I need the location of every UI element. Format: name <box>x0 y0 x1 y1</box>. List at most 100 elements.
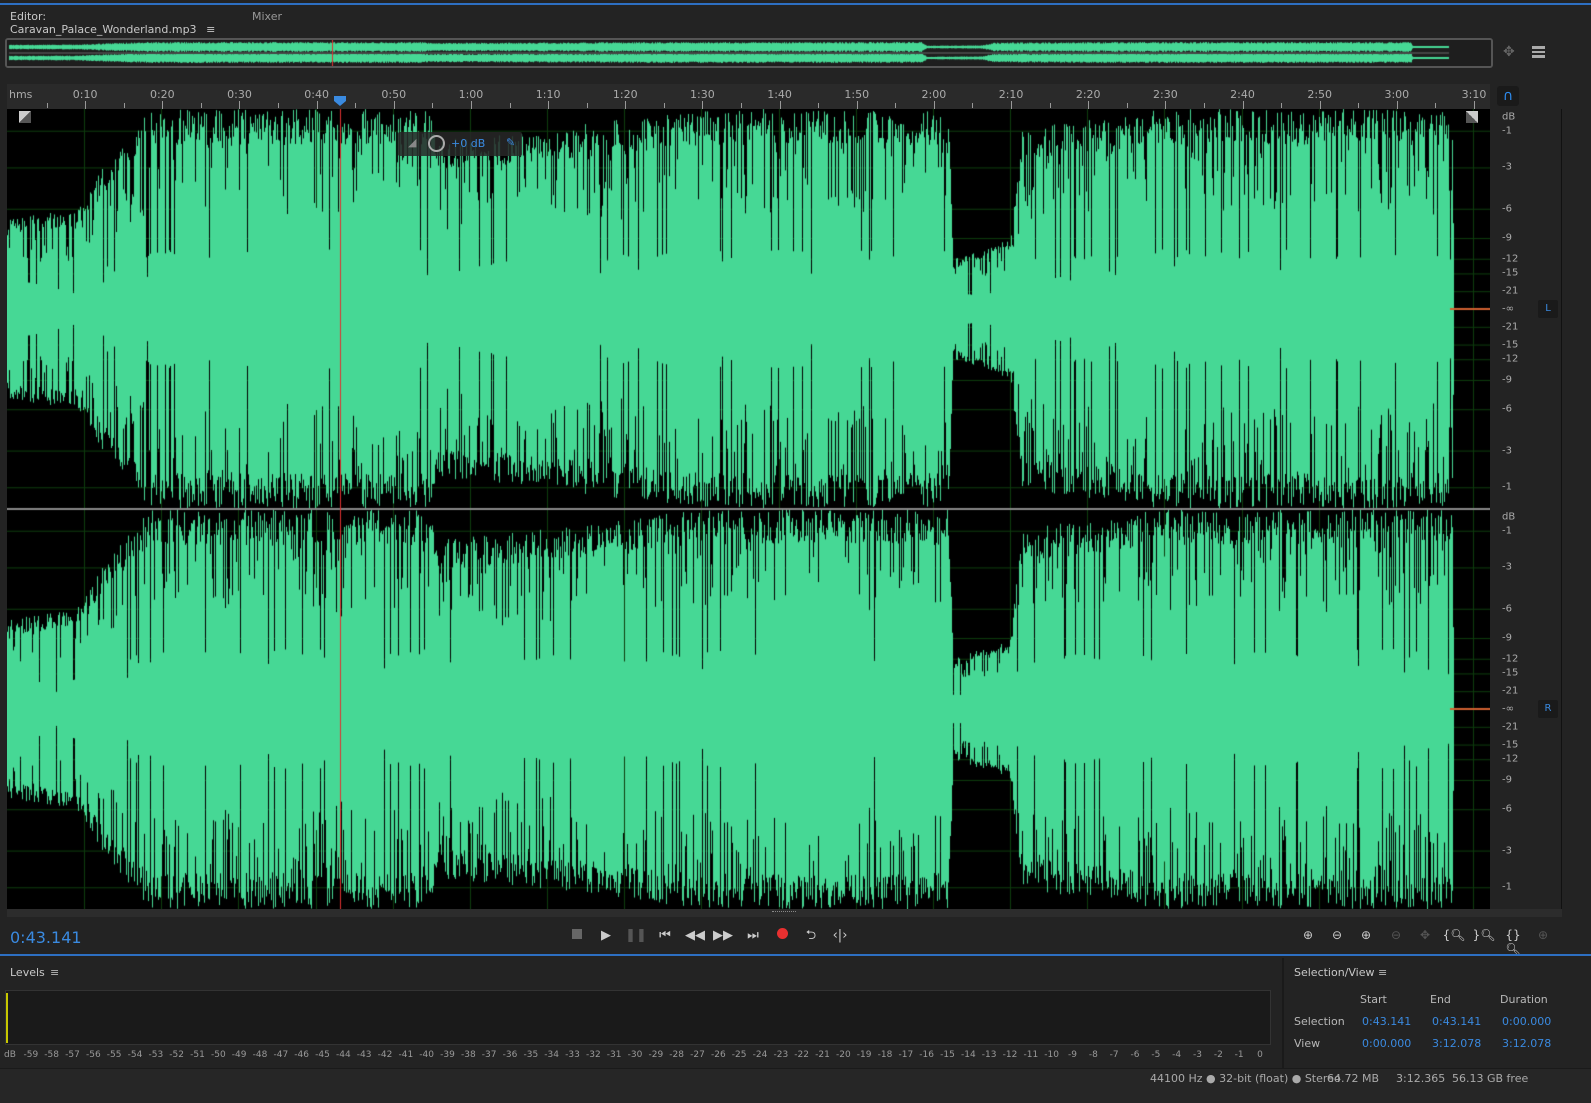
record-button[interactable] <box>770 926 794 946</box>
channel-left-toggle[interactable]: L <box>1538 300 1558 318</box>
zoom-in-point-icon[interactable]: {🔍︎ <box>1441 928 1467 946</box>
levels-scale-label: -29 <box>648 1050 664 1060</box>
playhead-handle[interactable] <box>334 96 346 106</box>
ruler-tick-mark <box>355 103 357 108</box>
fade-in-handle[interactable] <box>19 111 31 123</box>
loop-playback-button[interactable]: ⮌ <box>799 926 823 946</box>
time-ruler[interactable]: hms 0:10 0:20 0:30 0:40 0:50 1:00 1:10 1:20 1:30… <box>7 84 1490 109</box>
ruler-tick-mark <box>625 101 627 109</box>
ruler-tick-mark <box>1126 103 1128 108</box>
levels-scale-label: -55 <box>106 1050 122 1060</box>
ruler-tick-mark <box>818 103 820 108</box>
volume-value[interactable]: +0 dB <box>451 137 485 150</box>
zoom-in-time-icon[interactable]: ⊕ <box>1353 928 1379 946</box>
stop-button[interactable] <box>565 926 589 946</box>
play-button[interactable]: ▶ <box>594 926 618 946</box>
panel-options-icon[interactable] <box>1532 46 1545 58</box>
zoom-navigator-icon[interactable]: ✥ <box>1503 44 1515 60</box>
levels-scale-label: -57 <box>65 1050 80 1060</box>
top-accent-line <box>0 3 1591 5</box>
tab-mixer[interactable]: Mixer <box>252 10 282 23</box>
db-scale-label: -∞ <box>1502 703 1514 715</box>
db-scale-label: -15 <box>1502 339 1519 351</box>
db-scale-label: -15 <box>1502 267 1519 279</box>
selection-end-field[interactable]: 0:43.141 <box>1432 1015 1481 1028</box>
rewind-button[interactable]: ◀◀ <box>683 926 707 946</box>
zoom-out-point-icon[interactable]: }🔍︎ <box>1471 928 1497 946</box>
zoom-out-time-icon[interactable]: ⊖ <box>1383 928 1409 946</box>
selection-start-field[interactable]: 0:43.141 <box>1362 1015 1411 1028</box>
ruler-tick-mark <box>1281 103 1283 108</box>
fast-forward-button[interactable]: ▶▶ <box>711 926 735 946</box>
ruler-tick-mark <box>856 101 858 109</box>
levels-scale-label: -24 <box>752 1050 768 1060</box>
db-scale-label: -3 <box>1502 845 1512 857</box>
db-scale-label: -1 <box>1502 125 1512 137</box>
ruler-tick-mark <box>1319 101 1321 109</box>
channel-right-toggle[interactable]: R <box>1538 700 1558 718</box>
pin-icon[interactable]: ✎ <box>506 136 515 149</box>
zoom-tracks-icon[interactable]: ⊕ <box>1530 928 1556 946</box>
ruler-tick-label: 2:20 <box>1075 88 1101 101</box>
db-scale-label: -9 <box>1502 374 1512 386</box>
levels-scale-label: -59 <box>23 1050 39 1060</box>
ruler-tick-label: 0:50 <box>381 88 407 101</box>
db-scale-label: -15 <box>1502 667 1519 679</box>
levels-scale-label: -48 <box>252 1050 268 1060</box>
tab-editor-label: Editor: Caravan_Palace_Wonderland.mp3 <box>10 10 197 36</box>
ruler-tick-label: 1:00 <box>458 88 484 101</box>
ruler-tick-mark <box>1435 103 1437 108</box>
zoom-out-amplitude-icon[interactable]: ⊖ <box>1324 928 1350 946</box>
levels-scale-label: -41 <box>398 1050 414 1060</box>
zoom-selection-icon[interactable]: {}🔍︎ <box>1500 928 1526 956</box>
clip-volume-hud[interactable]: ◢ +0 dB ✎ <box>398 132 522 156</box>
levels-scale-label: -4 <box>1172 1050 1182 1060</box>
ruler-tick-label: 2:10 <box>998 88 1024 101</box>
ruler-tick-label: 0:30 <box>227 88 252 101</box>
levels-scale-label: -8 <box>1088 1050 1098 1060</box>
view-duration-field[interactable]: 3:12.078 <box>1502 1037 1551 1050</box>
levels-scale-label: -43 <box>356 1050 372 1060</box>
current-time-display[interactable]: 0:43.141 <box>10 928 82 947</box>
ruler-tick-mark <box>779 101 781 109</box>
go-to-end-button[interactable]: ⏭ <box>741 926 765 946</box>
pause-button[interactable]: ❚❚ <box>624 926 648 946</box>
ruler-tick-mark <box>1049 103 1051 108</box>
db-scale-label: -6 <box>1502 603 1512 615</box>
ruler-tick-mark <box>509 103 511 108</box>
horizontal-scrollbar[interactable] <box>7 909 1562 917</box>
levels-menu-icon[interactable]: ≡ <box>50 966 59 979</box>
view-start-field[interactable]: 0:00.000 <box>1362 1037 1411 1050</box>
go-to-start-button[interactable]: ⏮ <box>653 926 677 946</box>
overview-navigator[interactable] <box>5 38 1493 68</box>
levels-scale-label: -52 <box>169 1050 185 1060</box>
ruler-tick-mark <box>1203 103 1205 108</box>
selection-view-menu-icon[interactable]: ≡ <box>1378 966 1387 979</box>
levels-scale-label: -39 <box>440 1050 455 1060</box>
levels-scale-label: -47 <box>273 1050 289 1060</box>
selection-duration-field[interactable]: 0:00.000 <box>1502 1015 1551 1028</box>
levels-scale-label: -33 <box>565 1050 580 1060</box>
headphones-icon[interactable]: ∩ <box>1497 86 1519 106</box>
ruler-tick-label: 0:20 <box>149 88 175 101</box>
levels-scale-label: -3 <box>1193 1050 1202 1060</box>
db-scale-label: -21 <box>1502 321 1519 333</box>
waveform-display[interactable] <box>7 109 1490 909</box>
fade-out-handle[interactable] <box>1466 111 1478 123</box>
view-end-field[interactable]: 3:12.078 <box>1432 1037 1481 1050</box>
levels-scale-label: -34 <box>544 1050 560 1060</box>
ruler-tick-label: 2:50 <box>1307 88 1333 101</box>
db-scale-label: -12 <box>1502 353 1519 365</box>
zoom-in-amplitude-icon[interactable]: ⊕ <box>1295 928 1321 946</box>
levels-scale-label: -10 <box>1044 1050 1060 1060</box>
zoom-out-full-icon[interactable]: ✥ <box>1412 928 1438 946</box>
levels-scale-label: -56 <box>85 1050 101 1060</box>
levels-scale-label: -35 <box>523 1050 539 1060</box>
panel-menu-icon[interactable]: ≡ <box>206 23 215 36</box>
volume-knob-icon[interactable] <box>428 135 445 152</box>
ruler-tick-mark <box>278 103 280 108</box>
ruler-tick-mark <box>895 103 897 108</box>
skip-selection-button[interactable]: ‹|› <box>828 926 852 946</box>
levels-scale-label: -54 <box>127 1050 143 1060</box>
ruler-tick-mark <box>393 101 395 109</box>
